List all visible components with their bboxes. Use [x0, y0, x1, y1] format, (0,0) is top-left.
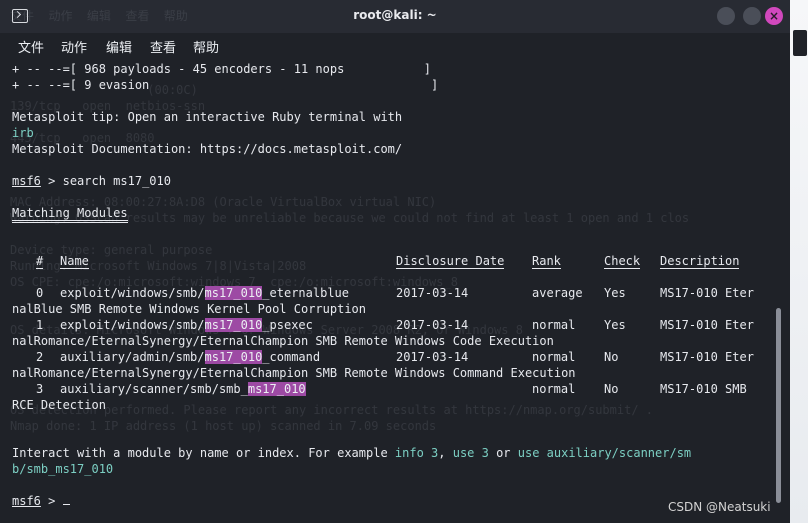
check: No — [604, 350, 619, 364]
header-description: Description — [660, 254, 740, 269]
header-num: # — [36, 254, 44, 269]
title-bar: root@kali: ~ × — [0, 0, 790, 33]
row-num: 0 — [36, 286, 44, 300]
prompt-arrow: > — [40, 174, 63, 188]
module-name[interactable]: auxiliary/scanner/smb/smb_ms17_010 — [60, 381, 306, 397]
description-wrap: RCE Detection — [12, 398, 106, 412]
input-prompt-line[interactable]: msf6 > — [12, 493, 70, 509]
module-name[interactable]: exploit/windows/smb/ms17_010_psexec — [60, 317, 313, 333]
close-button[interactable]: × — [765, 7, 783, 25]
description: MS17-010 Eter — [660, 350, 754, 364]
row-num: 1 — [36, 318, 44, 332]
menu-help[interactable]: 帮助 — [193, 37, 219, 56]
evasion-line: + -- --=[ 9 evasion ] — [12, 78, 439, 92]
description: MS17-010 Eter — [660, 318, 754, 332]
rank: normal — [532, 318, 576, 332]
menu-edit[interactable]: 编辑 — [106, 37, 132, 56]
header-name: Name — [60, 254, 89, 269]
header-check: Check — [604, 254, 641, 269]
prompt-arrow: > — [40, 494, 63, 508]
menu-bar: 文件 动作 编辑 查看 帮助 — [0, 33, 790, 57]
doc-line: Metasploit Documentation: https://docs.m… — [12, 142, 403, 156]
example-use-path: use auxiliary/scanner/sm — [517, 446, 692, 460]
terminal-window: root@kali: ~ × 文件 动作 编辑 查看 帮助 文件 动作 编辑 查… — [0, 0, 790, 523]
rank: normal — [532, 350, 576, 364]
text-cursor — [62, 504, 70, 505]
menu-actions[interactable]: 动作 — [61, 37, 87, 56]
disclosure-date: 2017-03-14 — [396, 350, 469, 364]
interact-hint: Interact with a module by name or index.… — [12, 446, 692, 460]
ghost-line: Nmap done: 1 IP address (1 host up) scan… — [10, 419, 437, 433]
search-command-line: msf6 > search ms17_010 — [12, 173, 171, 189]
menu-file[interactable]: 文件 — [18, 37, 44, 56]
disclosure-date: 2017-03-14 — [396, 286, 469, 300]
payloads-line: + -- --=[ 968 payloads - 45 encoders - 1… — [12, 62, 432, 76]
matching-modules-title: Matching Modules — [12, 206, 128, 223]
row-num: 3 — [36, 382, 44, 396]
description-wrap: nalBlue SMB Remote Windows Kernel Pool C… — [12, 302, 367, 316]
header-date: Disclosure Date — [396, 254, 505, 269]
description-wrap: nalRomance/EternalSynergy/EternalChampio… — [12, 366, 576, 380]
search-command: search ms17_010 — [62, 174, 171, 188]
description: MS17-010 Eter — [660, 286, 754, 300]
watermark: CSDN @Neatsuki — [668, 500, 771, 514]
scrollbar[interactable] — [776, 308, 781, 503]
rank: average — [532, 286, 583, 300]
prompt-name: msf6 — [12, 494, 41, 508]
description-wrap: nalRomance/EternalSynergy/EternalChampio… — [12, 334, 554, 348]
minimize-button[interactable] — [717, 7, 735, 25]
ghost-line: Running: Microsoft Windows 7|8|Vista|200… — [10, 259, 307, 273]
module-name[interactable]: exploit/windows/smb/ms17_010_eternalblue — [60, 285, 349, 301]
example-use: use 3 — [452, 446, 489, 460]
desktop-edge — [790, 0, 808, 523]
check: Yes — [604, 318, 626, 332]
module-name[interactable]: auxiliary/admin/smb/ms17_010_command — [60, 349, 320, 365]
row-num: 2 — [36, 350, 44, 364]
tip-command: irb — [12, 126, 34, 140]
check: No — [604, 382, 619, 396]
window-title: root@kali: ~ — [353, 8, 437, 22]
rank: normal — [532, 382, 576, 396]
menu-view[interactable]: 查看 — [150, 37, 176, 56]
header-rank: Rank — [532, 254, 561, 269]
interact-hint-wrap: b/smb_ms17_010 — [12, 462, 114, 476]
check: Yes — [604, 286, 626, 300]
maximize-button[interactable] — [743, 7, 761, 25]
tip-line: Metasploit tip: Open an interactive Ruby… — [12, 110, 403, 124]
terminal-area[interactable]: 文件 动作 编辑 查看 帮助 ) (00:0C) 139/tcp open ne… — [0, 9, 790, 523]
example-info: info 3 — [394, 446, 439, 460]
ghost-line: OS detection performed. Please report an… — [10, 403, 653, 417]
description: MS17-010 SMB — [660, 382, 747, 396]
disclosure-date: 2017-03-14 — [396, 318, 469, 332]
prompt-name: msf6 — [12, 174, 41, 188]
matching-modules-heading: Matching Modules — [12, 205, 128, 223]
